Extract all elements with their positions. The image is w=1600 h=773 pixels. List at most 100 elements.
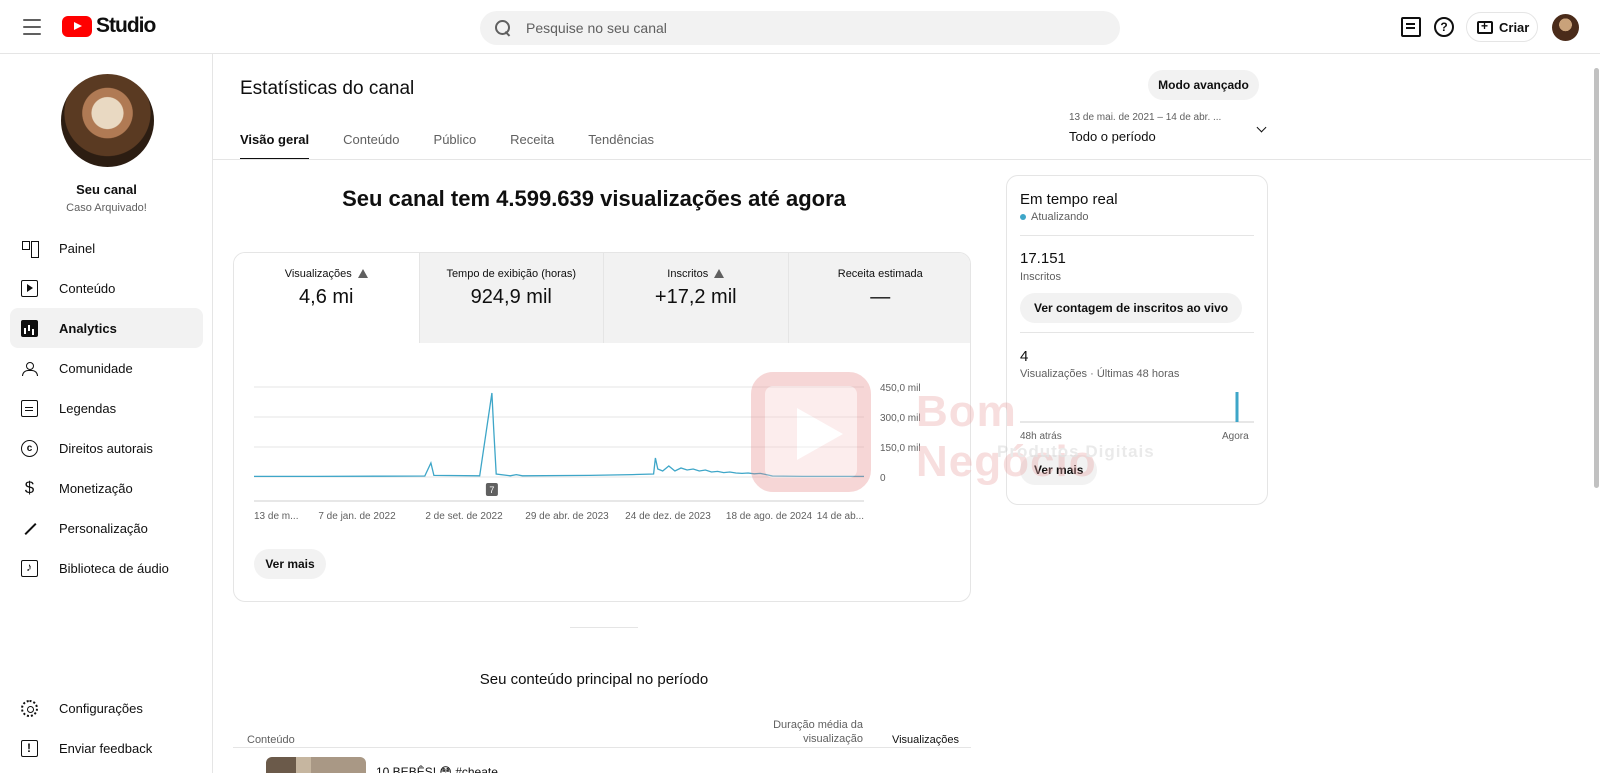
metric-tabs: Visualizações 4,6 mi Tempo de exibição (…: [234, 253, 970, 343]
subscribers-count: 17.151: [1020, 250, 1066, 267]
live-subscriber-count-button[interactable]: Ver contagem de inscritos ao vivo: [1020, 293, 1243, 323]
tab-publico[interactable]: Público: [434, 120, 477, 160]
table-header: Conteúdo Duração média da visualização V…: [233, 712, 971, 748]
sidebar-item-direitos-autorais[interactable]: c Direitos autorais: [10, 428, 203, 468]
sidebar-item-label: Configurações: [59, 700, 143, 716]
views-line-chart[interactable]: 450,0 mil 300,0 mil 150,0 mil 0 7 13 de m... 7…: [234, 373, 971, 553]
audio-library-icon: [21, 559, 38, 577]
metric-subscribers[interactable]: Inscritos +17,2 mil: [603, 253, 788, 343]
create-button[interactable]: Criar: [1466, 12, 1538, 42]
series-line: [254, 392, 864, 478]
top-content-title: Seu conteúdo principal no período: [479, 671, 709, 688]
period-selector[interactable]: 13 de mai. de 2021 – 14 de abr. ... Todo…: [1069, 112, 1269, 144]
video-title[interactable]: 10 BEBÊS! 😳 #cheate: [376, 765, 498, 773]
metric-value: 4,6 mi: [299, 286, 354, 308]
sidebar-item-label: Monetização: [59, 480, 133, 496]
dashboard-icon: [21, 240, 39, 258]
tab-visao-geral[interactable]: Visão geral: [240, 120, 310, 160]
see-more-button[interactable]: Ver mais: [254, 549, 326, 579]
video-thumbnail[interactable]: [266, 757, 366, 773]
axis-label-start: 48h atrás: [1020, 431, 1062, 442]
sidebar-item-personalizacao[interactable]: Personalização: [10, 508, 203, 548]
x-tick-label: 24 de dez. de 2023: [625, 511, 711, 522]
analytics-icon: [21, 319, 38, 337]
divider: [1020, 332, 1254, 333]
realtime-bar: [1235, 392, 1239, 422]
channel-name: Seu canal: [76, 182, 137, 197]
sidebar-item-label: Biblioteca de áudio: [59, 560, 169, 576]
sidebar-item-enviar-feedback[interactable]: Enviar feedback: [10, 728, 203, 768]
search-input[interactable]: [526, 20, 1086, 36]
scrollbar-thumb[interactable]: [1594, 68, 1599, 488]
sidebar-item-monetizacao[interactable]: $ Monetização: [10, 468, 203, 508]
column-header-duration[interactable]: Duração média da visualização: [753, 718, 863, 746]
sidebar-item-label: Personalização: [59, 520, 148, 536]
y-tick-label: 450,0 mil: [880, 383, 921, 394]
period-range: 13 de mai. de 2021 – 14 de abr. ...: [1069, 112, 1222, 123]
metric-revenue[interactable]: Receita estimada —: [787, 253, 970, 343]
realtime-status-text: Atualizando: [1031, 211, 1089, 223]
scrollbar[interactable]: [1593, 60, 1600, 773]
advanced-mode-button[interactable]: Modo avançado: [1148, 70, 1259, 100]
x-tick-label: 14 de ab...: [817, 511, 864, 522]
section-divider: [570, 627, 638, 628]
help-icon[interactable]: ?: [1434, 17, 1454, 37]
copyright-icon: c: [21, 439, 38, 457]
x-tick-label: 2 de set. de 2022: [425, 511, 503, 522]
realtime-views-count: 4: [1020, 348, 1029, 365]
realtime-see-more-button[interactable]: Ver mais: [1020, 455, 1098, 485]
main-content: Estatísticas do canal Modo avançado Visã…: [213, 54, 1591, 773]
dollar-icon: $: [24, 478, 35, 497]
overview-card: Visualizações 4,6 mi Tempo de exibição (…: [233, 252, 971, 602]
account-avatar[interactable]: [1552, 14, 1579, 41]
search-bar[interactable]: [480, 11, 1120, 45]
metric-value: +17,2 mil: [654, 286, 737, 308]
messages-icon[interactable]: [1401, 17, 1421, 37]
sidebar-item-label: Comunidade: [59, 360, 133, 376]
subtitles-icon: [21, 399, 38, 417]
page-title: Estatísticas do canal: [240, 78, 415, 99]
divider: [1020, 235, 1254, 236]
sidebar-item-label: Legendas: [59, 400, 117, 416]
period-label: Todo o período: [1069, 129, 1156, 144]
x-tick-label: 18 de ago. de 2024: [726, 511, 813, 522]
y-tick-label: 150,0 mil: [880, 443, 921, 454]
sidebar-item-label: Direitos autorais: [59, 440, 153, 456]
sidebar-item-biblioteca-audio[interactable]: Biblioteca de áudio: [10, 548, 203, 588]
menu-icon[interactable]: [20, 16, 44, 38]
realtime-status: Atualizando: [1020, 211, 1089, 223]
logo-text: Studio: [96, 14, 156, 37]
studio-logo[interactable]: Studio: [62, 14, 156, 38]
realtime-bar-chart: [1020, 392, 1254, 423]
sidebar-item-conteudo[interactable]: Conteúdo: [10, 268, 203, 308]
metric-views[interactable]: Visualizações 4,6 mi: [234, 253, 419, 343]
metric-value: —: [870, 286, 891, 308]
tab-bar: Visão geral Conteúdo Público Receita Ten…: [240, 120, 688, 160]
live-dot-icon: [1020, 214, 1026, 220]
tab-conteudo[interactable]: Conteúdo: [343, 120, 399, 160]
realtime-views-label: Visualizações · Últimas 48 horas: [1020, 368, 1180, 380]
warning-icon: [714, 269, 725, 278]
column-header-views[interactable]: Visualizações: [873, 734, 959, 746]
magic-wand-icon: [21, 520, 38, 537]
metric-label: Visualizações: [284, 268, 352, 280]
metric-watch-time[interactable]: Tempo de exibição (horas) 924,9 mil: [418, 253, 603, 343]
sidebar-item-painel[interactable]: Painel: [10, 228, 203, 268]
x-tick-label: 13 de m...: [254, 511, 298, 522]
channel-avatar[interactable]: [61, 74, 154, 167]
sidebar: Seu canal Caso Arquivado! Painel Conteúd…: [0, 54, 213, 773]
realtime-title: Em tempo real: [1020, 191, 1118, 208]
youtube-logo-icon: [62, 15, 92, 37]
x-tick-label: 7 de jan. de 2022: [318, 511, 396, 522]
search-icon[interactable]: [494, 19, 512, 37]
community-icon: [21, 360, 38, 377]
sidebar-item-analytics[interactable]: Analytics: [10, 308, 203, 348]
sidebar-item-configuracoes[interactable]: Configurações: [10, 688, 203, 728]
tab-receita[interactable]: Receita: [510, 120, 554, 160]
tab-tendencias[interactable]: Tendências: [588, 120, 654, 160]
feedback-icon: [21, 739, 38, 757]
channel-subtitle: Caso Arquivado!: [66, 202, 147, 214]
sidebar-item-label: Painel: [59, 240, 96, 256]
sidebar-item-legendas[interactable]: Legendas: [10, 388, 203, 428]
sidebar-item-comunidade[interactable]: Comunidade: [10, 348, 203, 388]
